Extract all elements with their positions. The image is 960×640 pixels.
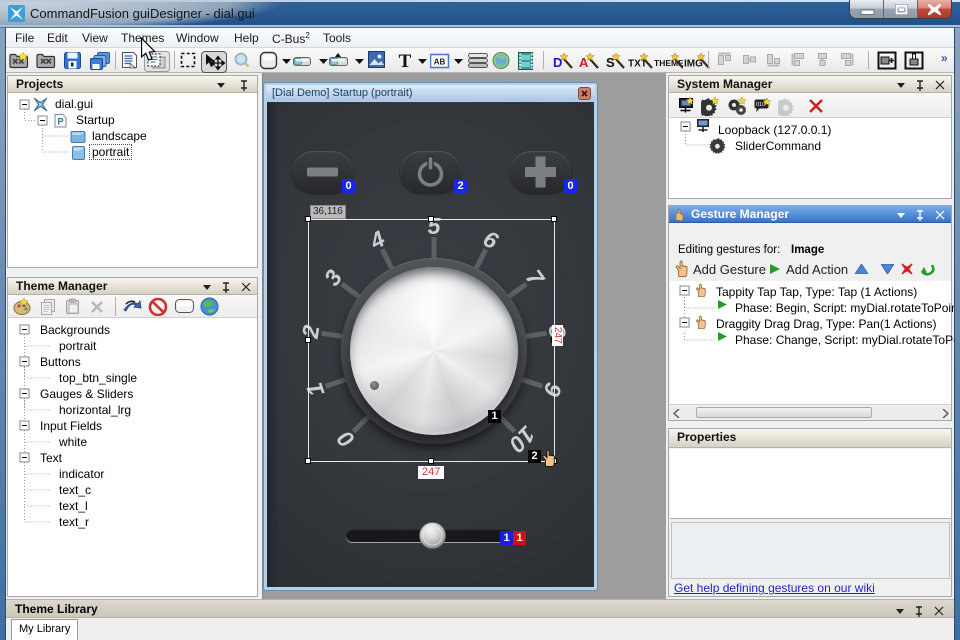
svg-text:P: P — [58, 117, 64, 127]
svg-text:010: 010 — [756, 102, 765, 108]
svg-text:D: D — [553, 55, 562, 70]
svg-text:AB: AB — [434, 58, 446, 67]
svg-text:IMG: IMG — [684, 59, 703, 70]
svg-text:»: » — [941, 51, 948, 65]
svg-text:T: T — [399, 51, 412, 71]
